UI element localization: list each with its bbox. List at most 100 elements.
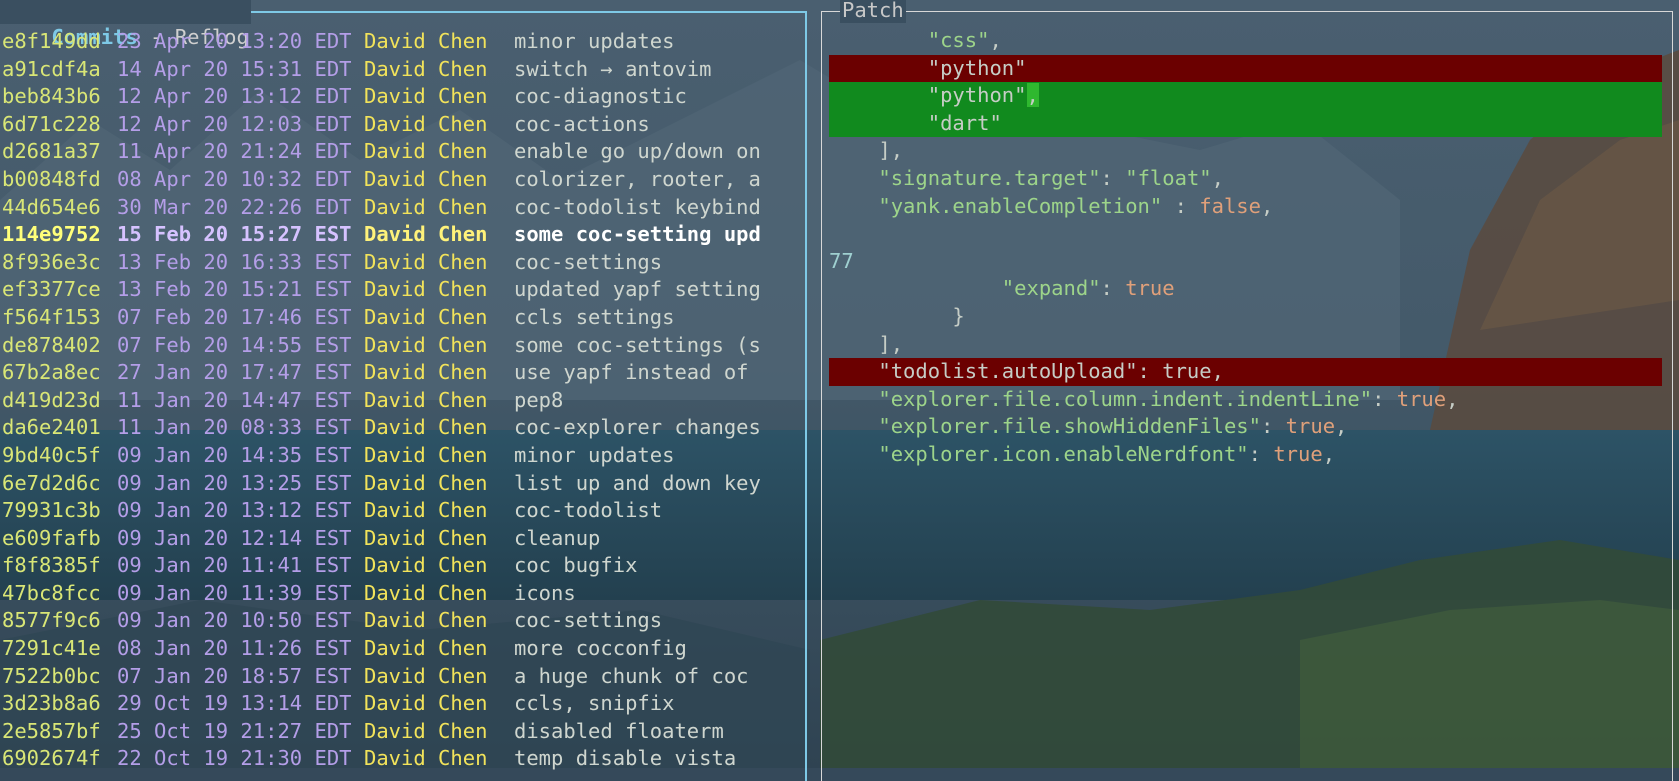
commit-date: 11 Jan 20 14:47 EST [117, 387, 352, 412]
commit-row[interactable]: 79931c3b 09 Jan 20 13:12 EST David Chen coc… [2, 497, 802, 525]
diff-indent [829, 303, 952, 331]
commit-date: 09 Jan 20 14:35 EST [117, 442, 352, 467]
commit-hash: 8577f9c6 [2, 608, 101, 633]
commit-message: more cocconfig [514, 636, 687, 661]
commits-pane-title: Commits - Reflog [0, 0, 251, 49]
commit-row[interactable]: e609fafb 09 Jan 20 12:14 EST David Chen cle… [2, 525, 802, 553]
commit-row[interactable]: 44d654e6 30 Mar 20 22:26 EDT David Chen coc… [2, 194, 802, 222]
commit-author: David Chen [364, 249, 488, 274]
diff-line-removed: "todolist.autoUpload": true, [829, 358, 1662, 386]
commit-hash: 67b2a8ec [2, 360, 101, 385]
commits-pane[interactable]: Commits - Reflog e8f149dd 23 Apr 20 13:20… [0, 0, 807, 781]
commit-message: use yapf instead of [514, 360, 749, 385]
commit-row[interactable]: f8f8385f 09 Jan 20 11:41 EST David Chen coc… [2, 552, 802, 580]
commit-row[interactable]: f564f153 07 Feb 20 17:46 EST David Chen ccl… [2, 304, 802, 332]
commit-row[interactable]: 67b2a8ec 27 Jan 20 17:47 EST David Chen use… [2, 359, 802, 387]
diff-line-context [829, 220, 1662, 248]
commit-row[interactable]: da6e2401 11 Jan 20 08:33 EST David Chen coc… [2, 414, 802, 442]
diff-token: , [1026, 83, 1039, 108]
commit-date: 27 Jan 20 17:47 EST [117, 360, 352, 385]
diff-token: "explorer.icon.enableNerdfont" [878, 441, 1249, 466]
diff-line-context: "explorer.file.column.indent.indentLine"… [829, 386, 1662, 414]
diff-token: "explorer.file.column.indent.indentLine" [878, 386, 1373, 411]
commit-date: 22 Oct 19 21:30 EDT [117, 746, 352, 771]
diff-indent [829, 275, 1002, 303]
commit-row[interactable]: 6d71c228 12 Apr 20 12:03 EDT David Chen coc… [2, 111, 802, 139]
diff-token: : [1260, 414, 1286, 439]
diff-token: "yank.enableCompletion" [878, 193, 1163, 218]
commit-hash: e609fafb [2, 525, 101, 550]
commit-date: 25 Oct 19 21:27 EDT [117, 718, 352, 743]
commit-date: 07 Feb 20 14:55 EST [117, 332, 352, 357]
commit-author: David Chen [364, 387, 488, 412]
commit-date: 09 Jan 20 12:14 EST [117, 525, 352, 550]
commit-row[interactable]: 6902674f 22 Oct 19 21:30 EDT David Chen tem… [2, 745, 802, 773]
commit-row[interactable]: d419d23d 11 Jan 20 14:47 EST David Chen pep… [2, 387, 802, 415]
commit-row[interactable]: 7291c41e 08 Jan 20 11:26 EST David Chen mor… [2, 635, 802, 663]
commit-message: coc-settings [514, 249, 663, 274]
commit-row[interactable]: 9bd40c5f 09 Jan 20 14:35 EST David Chen min… [2, 442, 802, 470]
commit-row[interactable]: 47bc8fcc 09 Jan 20 11:39 EST David Chen ico… [2, 580, 802, 608]
commit-row[interactable]: a91cdf4a 14 Apr 20 15:31 EDT David Chen swi… [2, 56, 802, 84]
diff-token: , [989, 28, 1002, 52]
commit-date: 09 Jan 20 11:41 EST [117, 553, 352, 578]
diff-token: true [1273, 441, 1323, 466]
commit-hash: 7522b0bc [2, 663, 101, 688]
commit-author: David Chen [364, 29, 488, 53]
commit-row[interactable]: 8577f9c6 09 Jan 20 10:50 EST David Chen coc… [2, 607, 802, 635]
commit-message: temp disable vista [514, 746, 737, 771]
diff-token: ], [878, 138, 904, 163]
commit-hash: d419d23d [2, 387, 101, 412]
commit-message: ccls, snipfix [514, 691, 675, 716]
commit-row-selected[interactable]: 114e9752 15 Feb 20 15:27 EST David Chen som… [2, 221, 802, 249]
commit-row[interactable]: 6e7d2d6c 09 Jan 20 13:25 EST David Chen lis… [2, 470, 802, 498]
commit-hash: 3d23b8a6 [2, 691, 101, 716]
commit-row[interactable]: de878402 07 Feb 20 14:55 EST David Chen som… [2, 332, 802, 360]
commit-hash: 6d71c228 [2, 111, 101, 136]
commit-message: coc-todolist keybind [514, 194, 761, 219]
diff-token: } [952, 303, 965, 328]
commit-row[interactable]: d2681a37 11 Apr 20 21:24 EDT David Chen ena… [2, 138, 802, 166]
commit-hash: ef3377ce [2, 277, 101, 302]
diff-line-removed: "python" [829, 54, 1662, 83]
diff-indent [829, 331, 878, 359]
commit-row[interactable]: b00848fd 08 Apr 20 10:32 EDT David Chen col… [2, 166, 802, 194]
commit-hash: beb843b6 [2, 84, 101, 109]
diff-line-context: "expand": true [829, 275, 1662, 303]
diff-token: ], [878, 331, 904, 356]
commit-date: 09 Jan 20 13:12 EST [117, 498, 352, 523]
diff-token: false [1199, 193, 1261, 218]
commit-hash: 8f936e3c [2, 249, 101, 274]
commit-message: disabled floaterm [514, 718, 724, 743]
commit-date: 14 Apr 20 15:31 EDT [117, 56, 352, 81]
commit-row[interactable]: 7522b0bc 07 Jan 20 18:57 EST David Chen a h… [2, 663, 802, 691]
diff-token: true [1396, 386, 1447, 411]
commit-hash: 7291c41e [2, 636, 101, 661]
commit-author: David Chen [364, 442, 488, 467]
commit-row[interactable]: ef3377ce 13 Feb 20 15:21 EST David Chen upd… [2, 276, 802, 304]
commit-message: ccls settings [514, 304, 675, 329]
commit-hash: 79931c3b [2, 498, 101, 523]
diff-indent [829, 165, 878, 193]
patch-pane[interactable]: Patch "css", "python" "python", "dart" ]… [821, 0, 1673, 781]
commit-date: 15 Feb 20 15:27 EST [117, 222, 352, 247]
diff-token: , [1322, 441, 1336, 466]
diff-line-context: "explorer.icon.enableNerdfont": true, [829, 441, 1662, 469]
commit-hash: f564f153 [2, 304, 101, 329]
commit-message: some coc-setting upd [514, 222, 761, 247]
commit-author: David Chen [364, 84, 488, 109]
diff-indent [829, 193, 878, 221]
commit-row[interactable]: beb843b6 12 Apr 20 13:12 EDT David Chen coc… [2, 83, 802, 111]
commit-author: David Chen [364, 194, 488, 219]
commit-row[interactable]: 8f936e3c 13 Feb 20 16:33 EST David Chen coc… [2, 249, 802, 277]
commit-list[interactable]: e8f149dd 23 Apr 20 13:20 EDT David Chen min… [2, 28, 802, 773]
diff-token: "float" [1125, 165, 1212, 190]
commit-row[interactable]: e8f149dd 23 Apr 20 13:20 EDT David Chen min… [2, 28, 802, 56]
diff-line-context: 77 [829, 248, 1662, 276]
commit-row[interactable]: 2e5857bf 25 Oct 19 21:27 EDT David Chen dis… [2, 718, 802, 746]
commit-hash: e8f149dd [2, 29, 101, 53]
diff-line-context: ], [829, 331, 1662, 359]
commit-row[interactable]: 3d23b8a6 29 Oct 19 13:14 EDT David Chen ccl… [2, 690, 802, 718]
commit-date: 23 Apr 20 13:20 EDT [117, 29, 352, 53]
commit-author: David Chen [364, 470, 488, 495]
